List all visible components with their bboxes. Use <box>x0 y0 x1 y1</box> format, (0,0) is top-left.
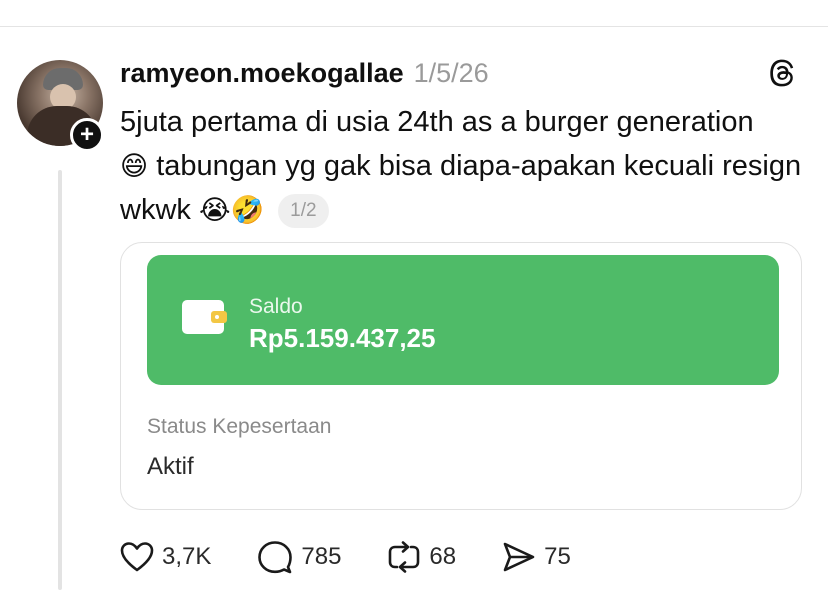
share-button[interactable]: 75 <box>502 541 571 573</box>
threads-logo-icon[interactable] <box>765 56 799 90</box>
top-divider <box>0 26 828 27</box>
status-value: Aktif <box>147 453 194 480</box>
username[interactable]: ramyeon.moekogallae <box>120 58 404 89</box>
like-button[interactable]: 3,7K <box>120 541 211 573</box>
saldo-panel: Saldo Rp5.159.437,25 <box>147 255 779 385</box>
saldo-label: Saldo <box>249 295 303 318</box>
share-count: 75 <box>544 543 571 570</box>
grin-emoji: 😄 <box>120 151 149 181</box>
repost-button[interactable]: 68 <box>387 540 456 574</box>
like-count: 3,7K <box>162 543 212 570</box>
saldo-value: Rp5.159.437,25 <box>249 323 436 353</box>
post-text-part1: 5juta pertama di usia 24th as a burger g… <box>120 106 754 138</box>
heart-icon <box>120 542 154 572</box>
attached-screenshot-card[interactable]: Saldo Rp5.159.437,25 Status Kepesertaan … <box>120 242 802 510</box>
share-icon <box>503 542 535 572</box>
thread-line <box>58 170 62 590</box>
action-bar: 3,7K 785 68 75 <box>120 540 617 574</box>
status-label: Status Kepesertaan <box>147 415 332 438</box>
image-pager-badge: 1/2 <box>278 194 329 229</box>
crying-emoji: 😭 <box>198 195 231 225</box>
follow-plus-icon[interactable]: + <box>70 118 104 152</box>
repost-count: 68 <box>429 543 457 570</box>
reply-button[interactable]: 785 <box>257 540 341 574</box>
comment-icon <box>258 541 293 574</box>
wallet-icon <box>182 300 227 334</box>
reply-count: 785 <box>301 543 342 570</box>
rofl-emoji: 🤣 <box>230 195 265 225</box>
repost-icon <box>389 541 420 573</box>
post-header: ramyeon.moekogallae 1/5/26 <box>120 58 489 89</box>
post-text: 5juta pertama di usia 24th as a burger g… <box>120 100 810 232</box>
post-date: 1/5/26 <box>413 58 489 88</box>
